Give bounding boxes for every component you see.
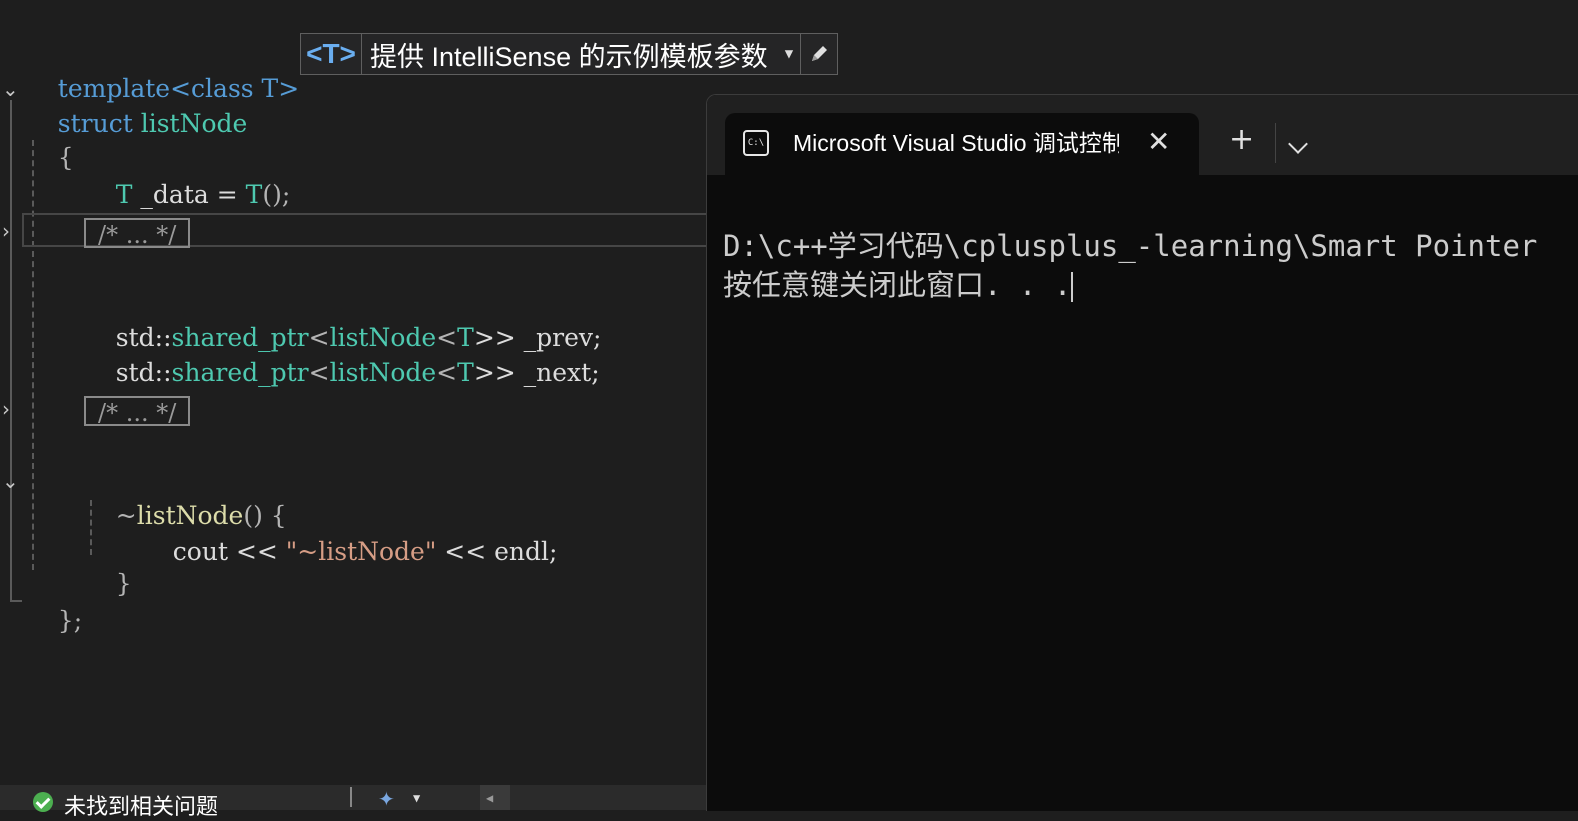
terminal-output[interactable]: D:\c++学习代码\cplusplus_-learning\Smart Poi… (723, 227, 1537, 305)
check-circle-icon (33, 792, 53, 812)
identifier: << endl; (436, 537, 558, 566)
identifier: >> _next; (473, 358, 600, 387)
collapsed-region-label: /* ... */ (98, 399, 177, 427)
code-line: }; (26, 570, 82, 635)
code-line: { (26, 107, 74, 172)
struct-name: listNode (140, 109, 248, 138)
type: T (245, 180, 263, 209)
collapsed-region-label: /* ... */ (98, 221, 177, 249)
code-line: std::shared_ptr<listNode<T>> _prev; (84, 287, 602, 352)
console-icon: C:\ (743, 130, 769, 156)
punctuation: (); (262, 180, 291, 209)
new-tab-button[interactable]: + (1229, 125, 1254, 155)
chevron-right-icon[interactable]: › (2, 399, 20, 419)
horizontal-scrollbar[interactable] (480, 785, 510, 810)
caret-down-icon[interactable]: ▼ (778, 46, 800, 62)
brace: } (115, 569, 132, 598)
collapsed-region[interactable]: /* ... */ (84, 218, 191, 249)
type: T (457, 358, 474, 387)
code-line: T _data = T(); (84, 144, 290, 209)
punctuation: < (308, 358, 330, 387)
terminal-tab-bar: C:\ Microsoft Visual Studio 调试控制台 ✕ + (707, 95, 1578, 175)
divider (1275, 123, 1276, 163)
terminal-tab[interactable]: C:\ Microsoft Visual Studio 调试控制台 ✕ (725, 113, 1199, 175)
identifier: _data = (132, 180, 246, 209)
namespace: std:: (115, 358, 172, 387)
divider (350, 787, 352, 807)
type: listNode (329, 358, 437, 387)
terminal-output-line: 按任意键关闭此窗口. . . (723, 268, 1072, 302)
type: shared_ptr (171, 358, 309, 387)
terminal-output-line: D:\c++学习代码\cplusplus_-learning\Smart Poi… (723, 229, 1538, 263)
chevron-down-icon[interactable] (1288, 134, 1308, 154)
brace: }; (57, 606, 83, 635)
code-line: ~listNode() { (84, 465, 287, 530)
identifier: cout << (172, 537, 286, 566)
code-line: cout << "~listNode" << endl; (141, 501, 558, 566)
brace: { (57, 143, 74, 172)
code-line: template<class T> (26, 38, 299, 103)
pencil-icon[interactable] (800, 34, 837, 74)
string-literal: "~listNode" (285, 537, 437, 566)
template-hint-text[interactable]: 提供 IntelliSense 的示例模板参数 (362, 35, 778, 74)
issues-status-text[interactable]: 未找到相关问题 (64, 789, 218, 821)
punctuation: < (436, 358, 458, 387)
collapsed-region[interactable]: /* ... */ (84, 396, 191, 427)
template-param-label: <T> (301, 34, 362, 74)
caret-down-icon[interactable]: ▼ (413, 791, 420, 805)
tilde: ~ (115, 501, 137, 530)
fold-guide-struct (10, 100, 12, 600)
text-cursor (1071, 272, 1074, 302)
code-line: } (84, 533, 132, 598)
chevron-down-icon[interactable]: ⌄ (2, 471, 20, 491)
type: T (115, 180, 133, 209)
chevron-down-icon[interactable]: ⌄ (2, 79, 20, 99)
code-cleanup-icon[interactable]: ✦ (378, 787, 395, 811)
fold-guide-end (10, 600, 22, 602)
chevron-right-icon[interactable]: › (2, 221, 20, 241)
terminal-tab-title: Microsoft Visual Studio 调试控制台 (793, 130, 1119, 156)
editor-status-bar: 未找到相关问题 ✦ ▼ ◀ (0, 785, 706, 819)
scroll-left-icon[interactable]: ◀ (486, 791, 493, 805)
code-line: struct listNode (26, 73, 248, 138)
debug-console-window[interactable]: C:\ Microsoft Visual Studio 调试控制台 ✕ + D:… (706, 94, 1578, 811)
code-line: std::shared_ptr<listNode<T>> _next; (84, 322, 600, 387)
intellisense-template-bar[interactable]: <T> 提供 IntelliSense 的示例模板参数 ▼ (300, 33, 838, 75)
close-icon[interactable]: ✕ (1147, 125, 1170, 158)
